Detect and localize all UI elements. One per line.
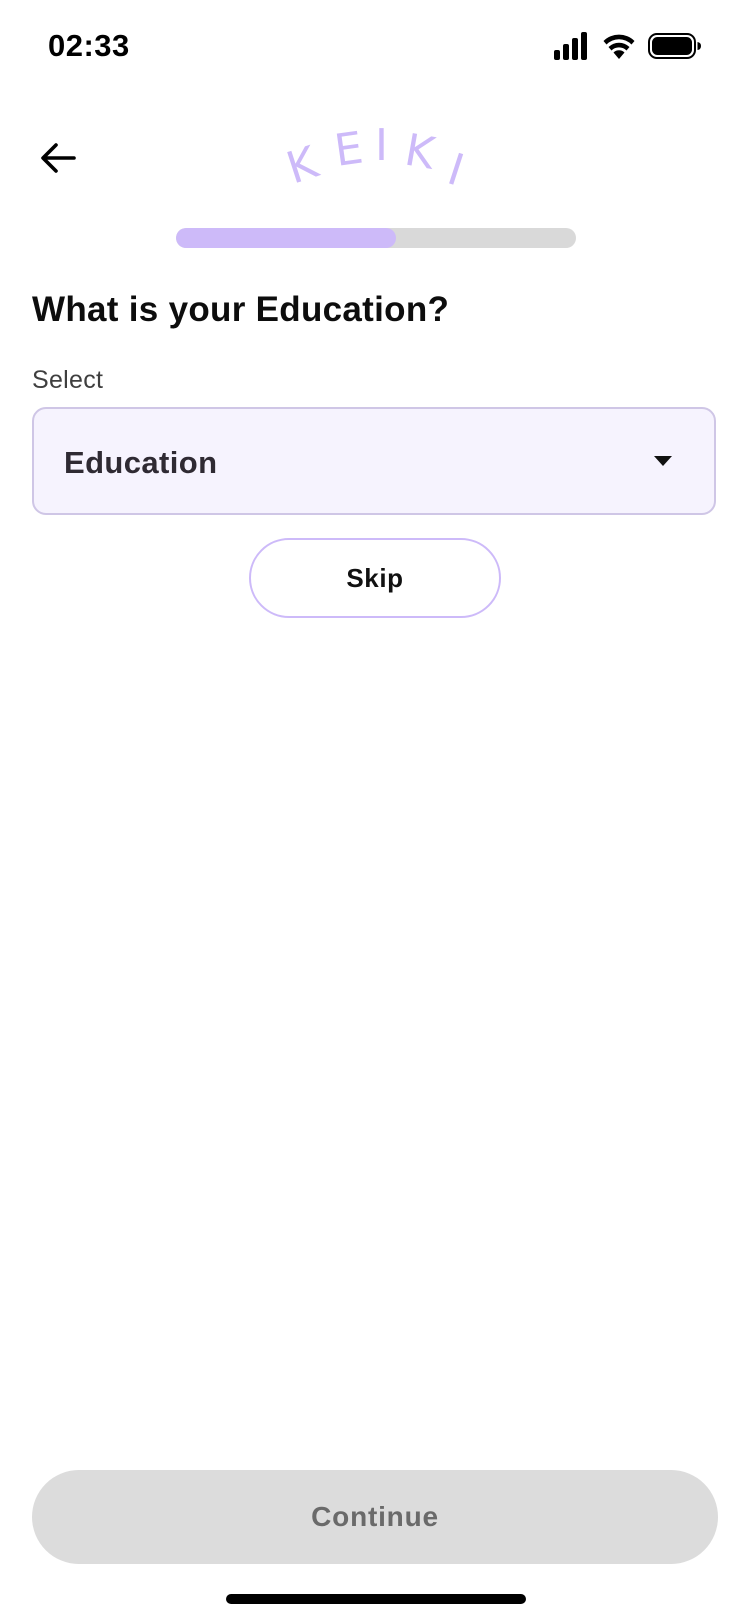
education-dropdown[interactable]: Education	[32, 407, 716, 515]
battery-icon	[648, 32, 702, 65]
keiki-logo: K E I K I	[281, 120, 475, 200]
dropdown-value: Education	[64, 445, 218, 480]
wifi-icon	[602, 32, 636, 65]
caret-down-icon	[654, 456, 672, 466]
svg-text:K E I K: K E I K I	[285, 120, 470, 196]
continue-button[interactable]: Continue	[32, 1470, 718, 1564]
status-time: 02:33	[48, 28, 130, 63]
cellular-signal-icon	[554, 31, 590, 65]
progress-bar-fill	[176, 228, 396, 248]
skip-button[interactable]: Skip	[249, 538, 501, 618]
page-title: What is your Education?	[32, 290, 450, 329]
home-indicator	[226, 1594, 526, 1604]
back-button[interactable]	[32, 134, 84, 186]
status-icons	[554, 31, 702, 65]
select-label: Select	[32, 366, 104, 394]
progress-bar	[176, 228, 576, 248]
status-bar: 02:33	[0, 0, 750, 100]
arrow-left-icon	[38, 138, 78, 183]
